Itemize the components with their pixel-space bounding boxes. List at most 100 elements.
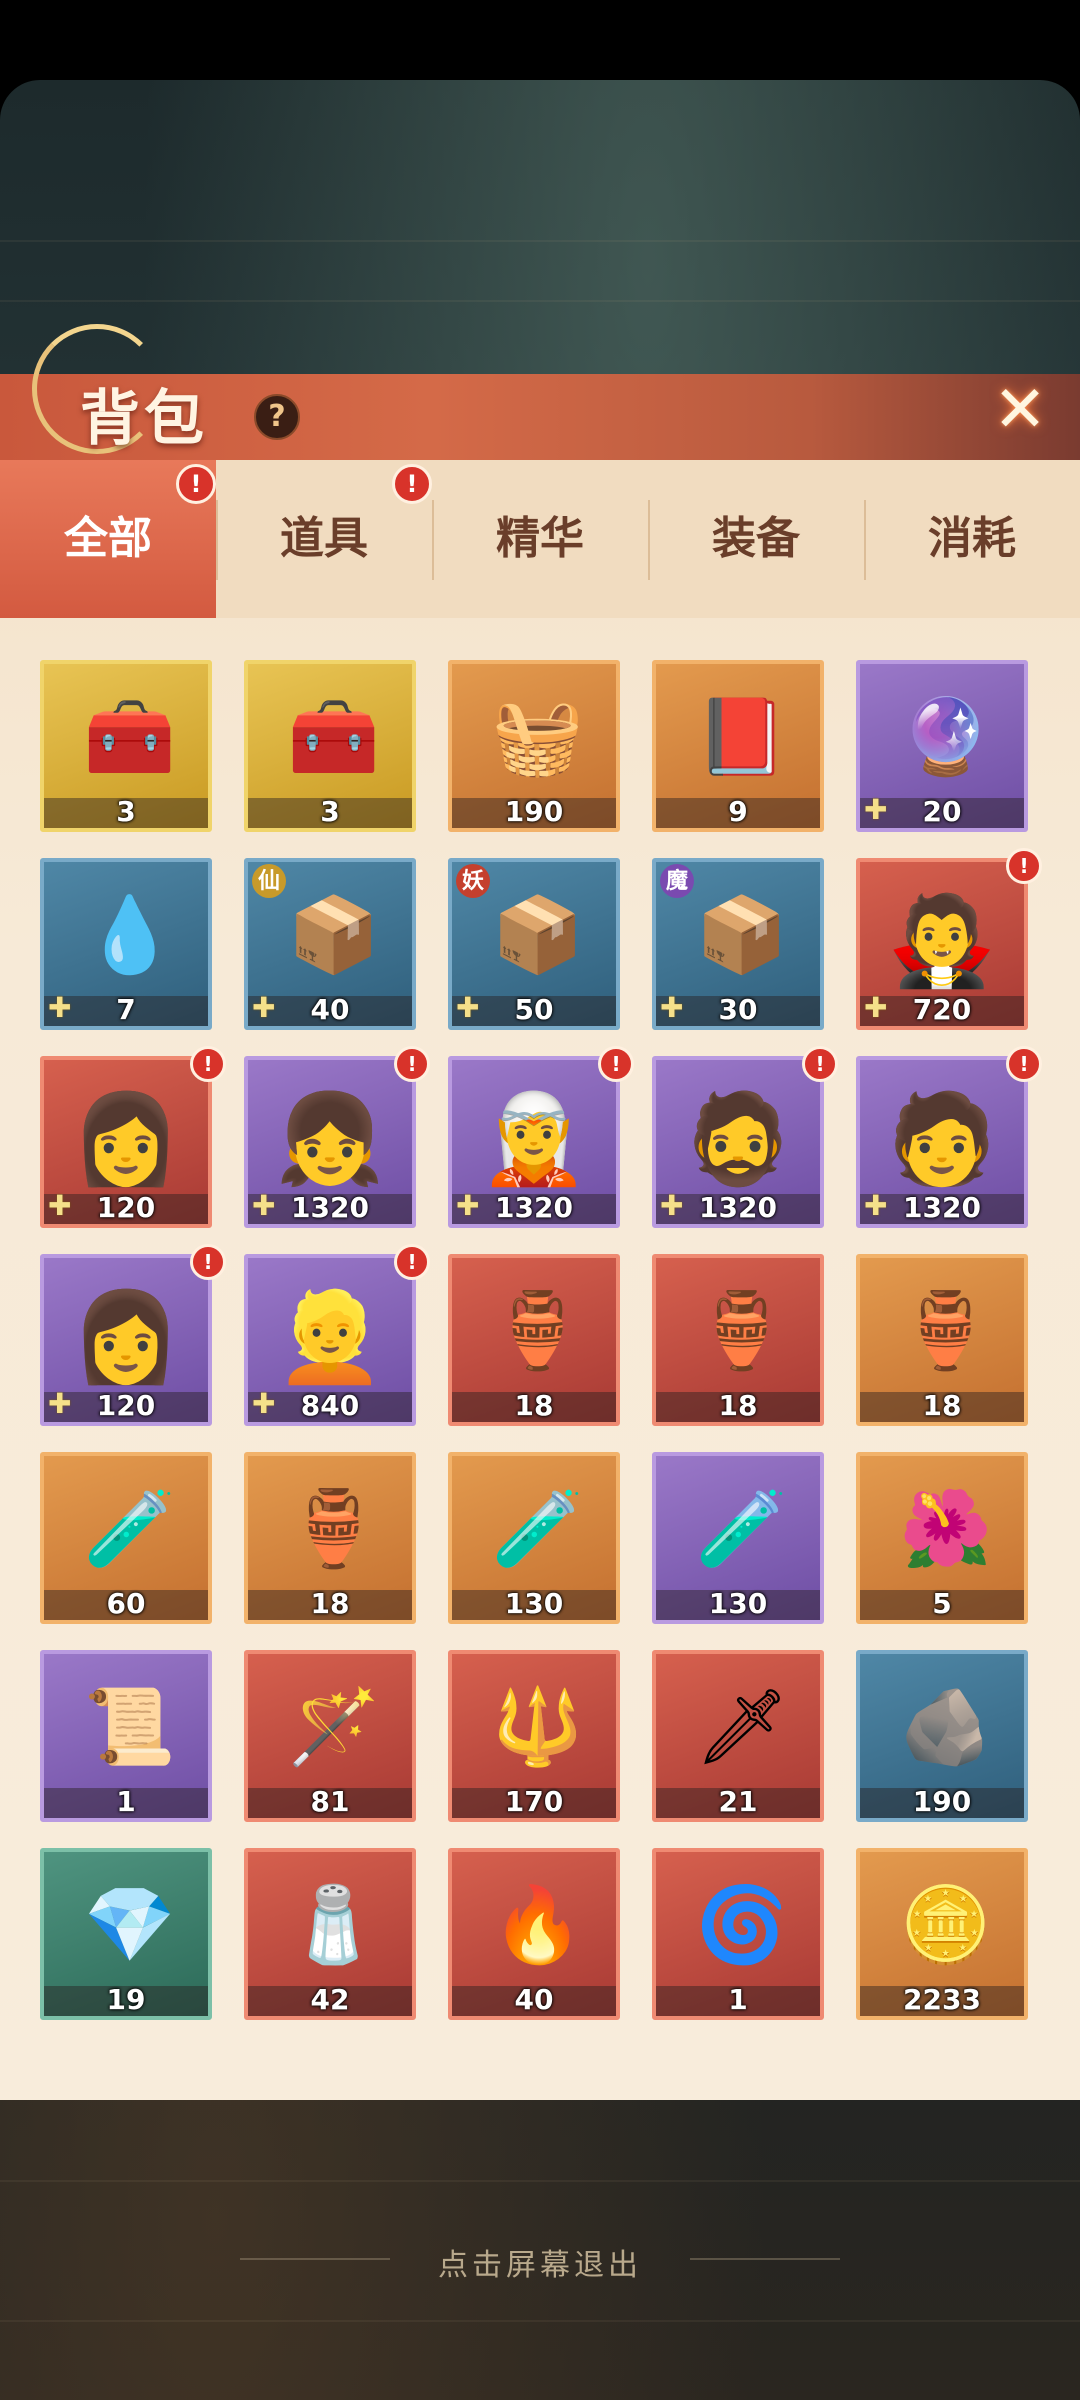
inventory-slot[interactable]: 🧰 3 (40, 660, 212, 832)
item-icon: 🏺 (287, 1486, 381, 1572)
background-wave (0, 2320, 1080, 2322)
tab-4[interactable]: 消耗 (864, 460, 1080, 618)
inventory-slot[interactable]: 📦 ✚ 魔 30 (652, 858, 824, 1030)
inventory-slot[interactable]: 🏺 18 (856, 1254, 1028, 1426)
inventory-slot[interactable]: 🪨 190 (856, 1650, 1028, 1822)
inventory-slot[interactable]: 🔮 ✚ 20 (856, 660, 1028, 832)
item-count: 120 (96, 1191, 156, 1224)
inventory-slot[interactable]: 🧔 ✚ 1320 (652, 1056, 824, 1228)
inventory-slot[interactable]: 🧰 3 (244, 660, 416, 832)
item-icon: 🗡 (695, 1684, 789, 1770)
inventory-slot[interactable]: 🔥 40 (448, 1848, 620, 2020)
alert-badge-icon: ! (176, 464, 216, 504)
background-wave (0, 2180, 1080, 2182)
item-count: 60 (106, 1587, 146, 1620)
item-count: 3 (320, 795, 340, 828)
inventory-slot[interactable]: 🧪 130 (448, 1452, 620, 1624)
item-count: 21 (718, 1785, 758, 1818)
item-count: 190 (504, 795, 564, 828)
item-count: 840 (300, 1389, 360, 1422)
inventory-slot[interactable]: 👩 ✚ 120 (40, 1254, 212, 1426)
alert-badge-icon: ! (1006, 848, 1042, 884)
inventory-slot[interactable]: 🧂 42 (244, 1848, 416, 2020)
item-count: 130 (708, 1587, 768, 1620)
item-count: 81 (310, 1785, 350, 1818)
item-icon: 📕 (695, 694, 789, 780)
alert-badge-icon: ! (190, 1244, 226, 1280)
item-count: 50 (514, 993, 554, 1026)
inventory-slot[interactable]: 🧺 190 (448, 660, 620, 832)
help-button[interactable]: ? (254, 394, 300, 440)
item-count: 30 (718, 993, 758, 1026)
item-icon: 📦 (287, 892, 381, 978)
inventory-slot[interactable]: 👧 ✚ 1320 (244, 1056, 416, 1228)
bag-panel: 全部! 道具! 精华 装备 消耗 🧰 3 🧰 3 🧺 190 📕 9 🔮 ✚ 20 💧 ✚ 7 📦 ✚ 仙 40 📦 ✚ 妖 50… (0, 460, 1080, 2100)
tab-divider (216, 500, 218, 580)
item-icon: 💎 (83, 1882, 177, 1968)
inventory-slot[interactable]: 🧪 60 (40, 1452, 212, 1624)
item-count: 1320 (903, 1191, 981, 1224)
item-count: 3 (116, 795, 136, 828)
item-count: 40 (514, 1983, 554, 2016)
background-wave (0, 240, 1080, 242)
inventory-slot[interactable]: 👱 ✚ 840 (244, 1254, 416, 1426)
inventory-slot[interactable]: 🪄 81 (244, 1650, 416, 1822)
inventory-slot[interactable]: 📕 9 (652, 660, 824, 832)
inventory-slot[interactable]: 🗡 21 (652, 1650, 824, 1822)
inventory-slot[interactable]: 🔱 170 (448, 1650, 620, 1822)
inventory-slot[interactable]: 🏺 18 (652, 1254, 824, 1426)
tab-divider (432, 500, 434, 580)
item-icon: 🪨 (899, 1684, 993, 1770)
inventory-slot[interactable]: 🧝 ✚ 1320 (448, 1056, 620, 1228)
item-count: 1 (728, 1983, 748, 2016)
item-count: 40 (310, 993, 350, 1026)
item-icon: 🧰 (83, 694, 177, 780)
item-count: 170 (504, 1785, 564, 1818)
item-icon: 🧂 (287, 1882, 381, 1968)
item-icon: 🧪 (491, 1486, 585, 1572)
item-count: 18 (922, 1389, 962, 1422)
inventory-slot[interactable]: 📜 1 (40, 1650, 212, 1822)
alert-badge-icon: ! (1006, 1046, 1042, 1082)
tab-3[interactable]: 装备 (648, 460, 864, 618)
exit-hint[interactable]: 点击屏幕退出 (0, 2240, 1080, 2284)
inventory-slot[interactable]: 🌺 5 (856, 1452, 1028, 1624)
inventory-slot[interactable]: 👩 ✚ 120 (40, 1056, 212, 1228)
alert-badge-icon: ! (802, 1046, 838, 1082)
inventory-slot[interactable]: 💧 ✚ 7 (40, 858, 212, 1030)
item-icon: 🏺 (491, 1288, 585, 1374)
background-wave (0, 300, 1080, 302)
inventory-slot[interactable]: 🪙 2233 (856, 1848, 1028, 2020)
item-count: 130 (504, 1587, 564, 1620)
item-icon: 📦 (695, 892, 789, 978)
inventory-slot[interactable]: 🧛 ✚ 720 (856, 858, 1028, 1030)
inventory-slot[interactable]: 🧑 ✚ 1320 (856, 1056, 1028, 1228)
inventory-slot[interactable]: 🏺 18 (448, 1254, 620, 1426)
faction-tag: 魔 (660, 864, 694, 898)
item-count: 1320 (291, 1191, 369, 1224)
close-button[interactable]: ✕ (980, 370, 1060, 450)
inventory-slot[interactable]: 📦 ✚ 仙 40 (244, 858, 416, 1030)
inventory-slot[interactable]: 💎 19 (40, 1848, 212, 2020)
inventory-slot[interactable]: 🧪 130 (652, 1452, 824, 1624)
alert-badge-icon: ! (598, 1046, 634, 1082)
faction-tag: 仙 (252, 864, 286, 898)
alert-badge-icon: ! (394, 1046, 430, 1082)
item-count: 1 (116, 1785, 136, 1818)
category-tabs: 全部! 道具! 精华 装备 消耗 (0, 460, 1080, 618)
inventory-slot[interactable]: 🏺 18 (244, 1452, 416, 1624)
page-title: 背包 (80, 384, 208, 454)
item-icon: 🌺 (899, 1486, 993, 1572)
tab-2[interactable]: 精华 (432, 460, 648, 618)
item-count: 1320 (495, 1191, 573, 1224)
alert-badge-icon: ! (392, 464, 432, 504)
item-count: 18 (514, 1389, 554, 1422)
item-count: 18 (310, 1587, 350, 1620)
faction-tag: 妖 (456, 864, 490, 898)
item-count: 19 (106, 1983, 146, 2016)
alert-badge-icon: ! (190, 1046, 226, 1082)
item-icon: 🧪 (695, 1486, 789, 1572)
item-icon: 🔮 (899, 694, 993, 780)
inventory-slot[interactable]: 🌀 1 (652, 1848, 824, 2020)
inventory-slot[interactable]: 📦 ✚ 妖 50 (448, 858, 620, 1030)
